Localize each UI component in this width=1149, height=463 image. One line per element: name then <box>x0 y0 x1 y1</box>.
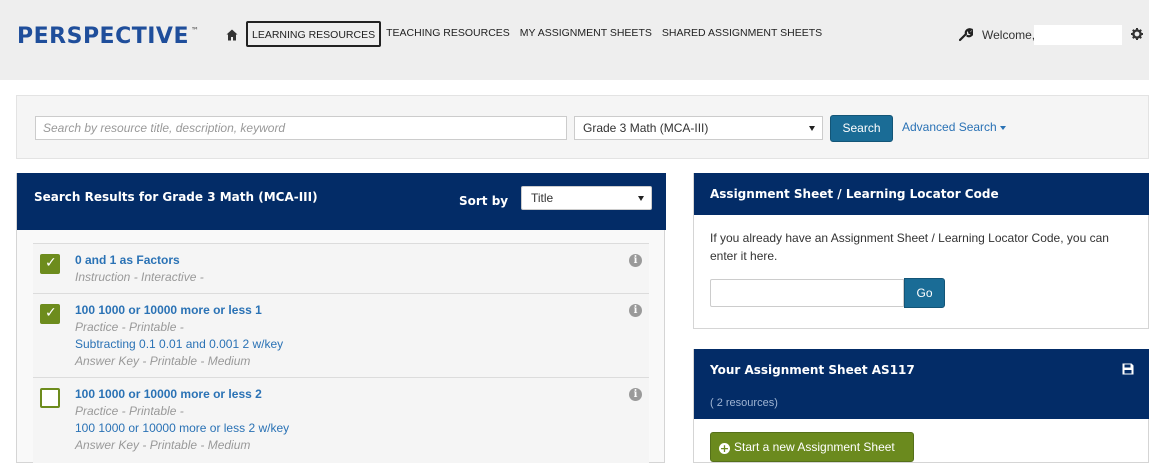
result-checkbox[interactable] <box>40 254 60 274</box>
result-row: 100 1000 or 10000 more or less 2 Practic… <box>33 377 649 463</box>
search-bar: Grade 3 Math (MCA-III) Search Advanced S… <box>16 95 1149 159</box>
chevron-down-icon <box>809 126 815 131</box>
grade-select[interactable]: Grade 3 Math (MCA-III) <box>574 116 823 140</box>
home-icon[interactable] <box>226 29 238 41</box>
resource-count: ( 2 resources) <box>710 397 778 409</box>
info-icon[interactable]: i <box>629 304 642 317</box>
sort-select[interactable]: Title <box>521 186 652 210</box>
result-meta: Practice - Printable - <box>75 320 184 334</box>
info-icon[interactable]: i <box>629 388 642 401</box>
search-results-panel: Search Results for Grade 3 Math (MCA-III… <box>16 173 666 463</box>
nav-shared-assignment-sheets[interactable]: SHARED ASSIGNMENT SHEETS <box>657 21 827 47</box>
results-header: Search Results for Grade 3 Math (MCA-III… <box>17 173 666 230</box>
gear-icon[interactable] <box>1131 28 1143 40</box>
locator-header: Assignment Sheet / Learning Locator Code <box>694 173 1149 215</box>
locator-code-input[interactable] <box>710 279 904 307</box>
sort-by-label: Sort by <box>459 194 509 208</box>
answer-key-link[interactable]: 100 1000 or 10000 more or less 2 w/key <box>75 421 289 435</box>
result-meta: Practice - Printable - <box>75 404 184 418</box>
answer-key-link[interactable]: Subtracting 0.1 0.01 and 0.001 2 w/key <box>75 337 283 351</box>
perspective-logo[interactable]: PERSPECTIVE ™ <box>17 24 199 49</box>
username-box <box>1034 25 1122 45</box>
assignment-sheet-panel: Your Assignment Sheet AS117 ( 2 resource… <box>693 349 1149 463</box>
plus-circle-icon: + <box>719 442 730 455</box>
wrench-icon[interactable] <box>959 28 973 42</box>
nav-teaching-resources[interactable]: TEACHING RESOURCES <box>381 21 515 47</box>
assignment-header: Your Assignment Sheet AS117 ( 2 resource… <box>694 349 1149 419</box>
result-checkbox[interactable] <box>40 388 60 408</box>
result-meta: Instruction - Interactive - <box>75 270 204 284</box>
result-title-link[interactable]: 100 1000 or 10000 more or less 1 <box>75 303 262 317</box>
answer-key-meta: Answer Key - Printable - Medium <box>75 438 251 452</box>
chevron-down-icon <box>638 196 644 201</box>
locator-code-panel: Assignment Sheet / Learning Locator Code… <box>693 173 1149 329</box>
search-input[interactable] <box>35 116 567 140</box>
info-icon[interactable]: i <box>629 254 642 267</box>
top-header: PERSPECTIVE ™ LEARNING RESOURCES TEACHING… <box>0 0 1149 80</box>
locator-instructions: If you already have an Assignment Sheet … <box>710 231 1109 263</box>
nav-my-assignment-sheets[interactable]: MY ASSIGNMENT SHEETS <box>515 21 657 47</box>
search-button[interactable]: Search <box>830 115 893 142</box>
start-new-assignment-button[interactable]: + Start a new Assignment Sheet <box>710 432 914 462</box>
assignment-title: Your Assignment Sheet AS117 <box>710 363 915 377</box>
result-title-link[interactable]: 100 1000 or 10000 more or less 2 <box>75 387 262 401</box>
result-title-link[interactable]: 0 and 1 as Factors <box>75 253 180 267</box>
advanced-search-link[interactable]: Advanced Search <box>902 120 1006 134</box>
welcome-text: Welcome, <box>982 28 1036 42</box>
nav-learning-resources[interactable]: LEARNING RESOURCES <box>246 21 382 47</box>
main-nav: LEARNING RESOURCES TEACHING RESOURCES MY… <box>246 21 827 47</box>
answer-key-meta: Answer Key - Printable - Medium <box>75 354 251 368</box>
caret-down-icon <box>999 125 1006 130</box>
save-icon[interactable] <box>1122 363 1134 375</box>
result-row: 100 1000 or 10000 more or less 1 Practic… <box>33 293 649 377</box>
locator-title: Assignment Sheet / Learning Locator Code <box>710 187 999 201</box>
results-title: Search Results for Grade 3 Math (MCA-III… <box>34 190 318 204</box>
result-checkbox[interactable] <box>40 304 60 324</box>
go-button[interactable]: Go <box>904 278 945 308</box>
result-row: 0 and 1 as Factors Instruction - Interac… <box>33 243 649 293</box>
